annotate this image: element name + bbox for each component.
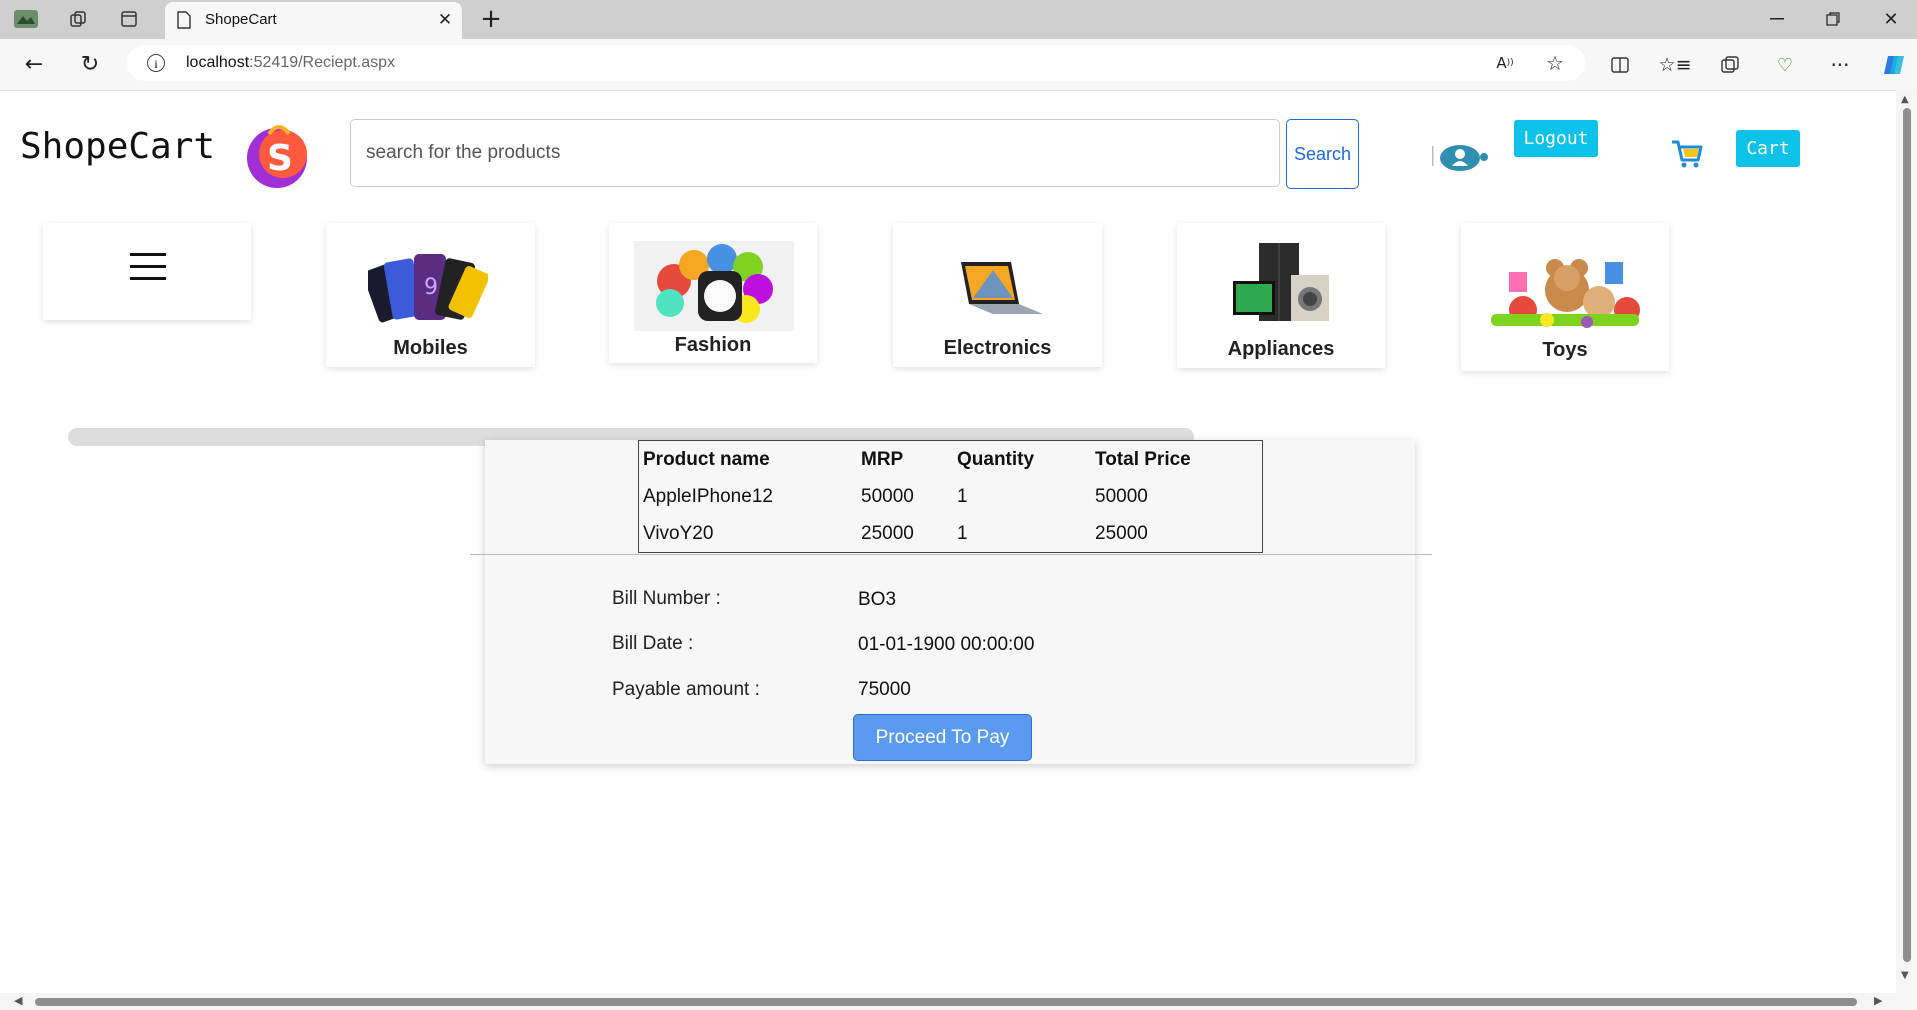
mobiles-image: 9 <box>362 250 490 334</box>
collections-icon[interactable] <box>1715 50 1745 80</box>
favorites-icon[interactable]: ☆≡ <box>1659 50 1692 80</box>
scroll-down-icon[interactable]: ▼ <box>1901 970 1909 981</box>
cell-quantity: 1 <box>957 522 968 544</box>
category-card-toys[interactable]: Toys <box>1461 223 1669 371</box>
bill-number-value: BO3 <box>858 589 897 610</box>
vertical-scrollbar[interactable]: ▲ ▼ <box>1896 90 1917 1010</box>
refresh-icon[interactable]: ↻ <box>74 48 106 80</box>
brand-name: ShopeCart <box>20 126 216 167</box>
category-label-toys: Toys <box>1542 339 1588 361</box>
cell-mrp: 50000 <box>861 485 914 507</box>
bill-date-label: Bill Date : <box>612 633 694 654</box>
browser-tab-strip: ShopeCart ✕ + ✕ <box>0 0 1917 39</box>
more-options-icon[interactable]: ··· <box>1825 50 1855 80</box>
table-header-row: Product name MRP Quantity Total Price <box>639 441 1263 479</box>
restore-icon[interactable] <box>1818 5 1848 33</box>
page-content: ShopeCart S Search Logout Cart <box>0 90 1917 1010</box>
column-header-total-price: Total Price <box>1095 448 1191 470</box>
user-avatar-icon[interactable] <box>1432 140 1492 176</box>
shopecart-logo[interactable]: S <box>243 118 315 190</box>
site-info-icon[interactable]: i <box>147 54 165 72</box>
vertical-tabs-icon[interactable] <box>114 5 144 33</box>
cart-button[interactable]: Cart <box>1736 130 1800 167</box>
category-card-fashion[interactable]: Fashion <box>609 223 817 363</box>
tab-title: ShopeCart <box>205 11 277 28</box>
receipt-panel: Product name MRP Quantity Total Price Ap… <box>470 440 1432 764</box>
receipt-divider <box>470 554 1432 555</box>
split-screen-icon[interactable] <box>1605 50 1635 80</box>
browser-tab[interactable]: ShopeCart ✕ <box>165 2 462 39</box>
read-aloud-icon[interactable]: A)) <box>1491 49 1519 77</box>
menu-card[interactable] <box>43 223 251 320</box>
hamburger-menu-icon[interactable] <box>130 252 166 282</box>
toys-image <box>1487 250 1643 336</box>
column-header-mrp: MRP <box>861 448 904 470</box>
category-label-mobiles: Mobiles <box>393 337 468 359</box>
address-bar[interactable]: i localhost:52419/Reciept.aspx A)) ☆ <box>127 45 1585 81</box>
cell-mrp: 25000 <box>861 522 914 544</box>
cell-product-name: VivoY20 <box>643 522 714 544</box>
column-header-product-name: Product name <box>643 448 770 470</box>
category-label-fashion: Fashion <box>674 334 752 356</box>
fashion-watches-image <box>634 241 794 335</box>
url-host: localhost <box>186 54 250 71</box>
category-card-mobiles[interactable]: 9 Mobiles <box>326 223 535 367</box>
close-window-icon[interactable]: ✕ <box>1876 5 1906 33</box>
minimize-icon[interactable] <box>1762 5 1792 33</box>
scroll-right-icon[interactable]: ▶ <box>1874 994 1882 1007</box>
browser-toolbar: ← ↻ i localhost:52419/Reciept.aspx A)) ☆… <box>0 39 1917 91</box>
proceed-to-pay-button[interactable]: Proceed To Pay <box>853 714 1032 761</box>
close-tab-icon[interactable]: ✕ <box>433 8 457 32</box>
favorite-star-icon[interactable]: ☆ <box>1541 49 1569 77</box>
category-card-electronics[interactable]: Electronics <box>893 223 1102 367</box>
appliances-image <box>1229 241 1333 337</box>
electronics-laptop-image <box>953 258 1045 324</box>
category-label-appliances: Appliances <box>1227 338 1335 360</box>
cell-total-price: 25000 <box>1095 522 1148 544</box>
category-label-electronics: Electronics <box>943 337 1052 359</box>
horizontal-scroll-thumb[interactable] <box>35 998 1857 1006</box>
bill-number-label: Bill Number : <box>612 588 721 609</box>
profile-icon[interactable] <box>10 5 42 33</box>
scroll-up-icon[interactable]: ▲ <box>1901 94 1909 105</box>
logout-button[interactable]: Logout <box>1514 120 1598 157</box>
shopping-cart-icon[interactable] <box>1670 138 1704 170</box>
table-row: AppleIPhone12 50000 1 50000 <box>639 478 1263 515</box>
cell-quantity: 1 <box>957 485 968 507</box>
bill-date-value: 01-01-1900 00:00:00 <box>858 634 1035 655</box>
svg-text:9: 9 <box>424 275 438 300</box>
payable-amount-label: Payable amount : <box>612 679 760 700</box>
payable-amount-value: 75000 <box>858 679 911 700</box>
new-tab-icon[interactable]: + <box>476 4 506 34</box>
table-row: VivoY20 25000 1 25000 <box>639 515 1263 553</box>
browser-essentials-icon[interactable]: ♡ <box>1770 50 1800 80</box>
vertical-scroll-thumb[interactable] <box>1903 108 1911 962</box>
scroll-left-icon[interactable]: ◀ <box>14 994 22 1007</box>
copilot-icon[interactable] <box>1878 49 1910 81</box>
column-header-quantity: Quantity <box>957 448 1035 470</box>
cell-product-name: AppleIPhone12 <box>643 485 773 507</box>
search-button[interactable]: Search <box>1286 119 1359 189</box>
horizontal-scrollbar[interactable]: ◀ ▶ <box>0 993 1896 1010</box>
back-icon[interactable]: ← <box>18 48 50 80</box>
page-icon <box>177 11 191 33</box>
category-card-appliances[interactable]: Appliances <box>1177 223 1385 368</box>
receipt-items-table: Product name MRP Quantity Total Price Ap… <box>638 440 1263 553</box>
workspaces-icon[interactable] <box>63 5 93 33</box>
url-path: :52419/Reciept.aspx <box>249 54 396 71</box>
cell-total-price: 50000 <box>1095 485 1148 507</box>
search-input[interactable] <box>350 119 1280 187</box>
svg-text:S: S <box>267 138 293 179</box>
url-text: localhost:52419/Reciept.aspx <box>186 54 395 72</box>
